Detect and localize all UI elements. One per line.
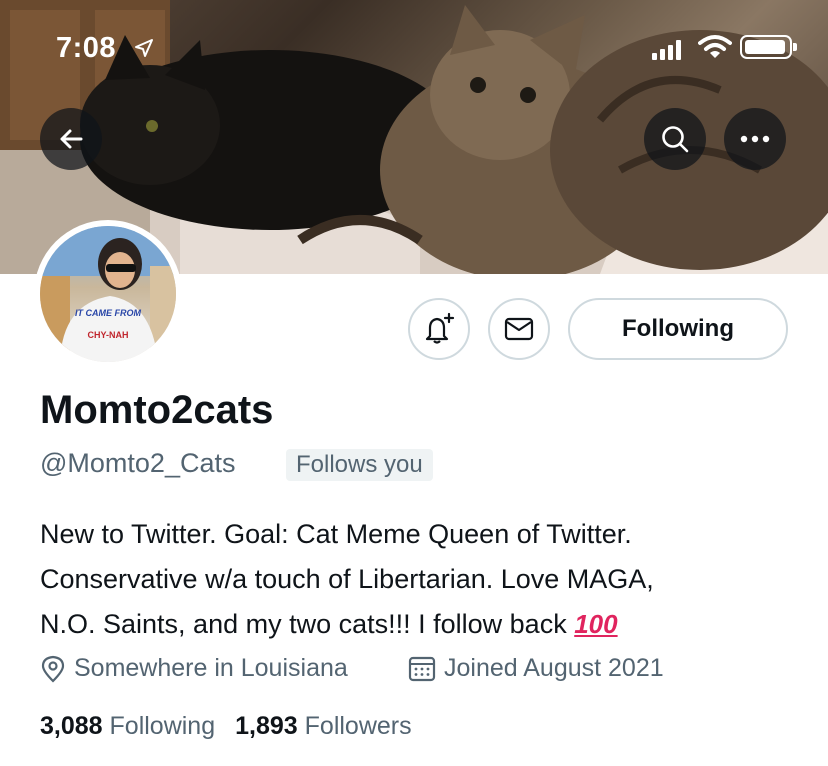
joined-text: Joined August 2021 [444,654,664,682]
following-label: Following [109,712,216,740]
back-button[interactable] [40,108,102,170]
bio-line-1: New to Twitter. Goal: Cat Meme Queen of … [40,519,632,549]
hundred-points-emoji: 100 [574,609,618,639]
bio: New to Twitter. Goal: Cat Meme Queen of … [40,512,810,647]
more-options-button[interactable] [724,108,786,170]
handle: @Momto2_Cats [40,448,236,478]
follows-you-badge: Follows you [286,449,433,481]
location-pin-icon [41,655,65,683]
display-name: Momto2cats [40,388,274,432]
status-time: 7:08 [56,32,117,64]
followers-stat[interactable]: 1,893 Followers [235,712,412,741]
location-text: Somewhere in Louisiana [74,654,348,682]
bio-line-3: N.O. Saints, and my two cats!!! I follow… [40,602,810,647]
search-icon [662,126,689,153]
bio-line-2: Conservative w/a touch of Libertarian. L… [40,564,654,594]
message-button[interactable] [488,298,550,360]
wifi-icon [698,35,732,58]
cell-signal-icon [652,38,681,60]
more-icon [740,135,770,143]
followers-label: Followers [304,712,412,740]
search-button[interactable] [644,108,706,170]
calendar-icon [408,656,436,681]
following-stat[interactable]: 3,088 Following [40,712,215,741]
battery-icon [740,35,797,59]
location: Somewhere in Louisiana [40,654,348,683]
following-button[interactable]: Following [568,298,788,360]
shirt-text-2: CHY-NAH [87,330,129,340]
following-count: 3,088 [40,712,103,740]
notifications-button[interactable] [408,298,470,360]
shirt-text-1: IT CAME FROM [75,308,141,318]
followers-count: 1,893 [235,712,298,740]
back-arrow-icon [60,129,83,149]
bio-line-3-text: N.O. Saints, and my two cats!!! I follow… [40,609,567,639]
mail-icon [504,317,534,341]
avatar-photo: IT CAME FROM CHY-NAH [40,226,176,362]
follow-stats: 3,088 Following 1,893 Followers [40,712,412,741]
joined-date: Joined August 2021 [408,654,664,683]
avatar[interactable]: IT CAME FROM CHY-NAH [34,220,182,368]
location-arrow-icon [135,39,153,57]
bell-plus-icon [425,312,455,344]
